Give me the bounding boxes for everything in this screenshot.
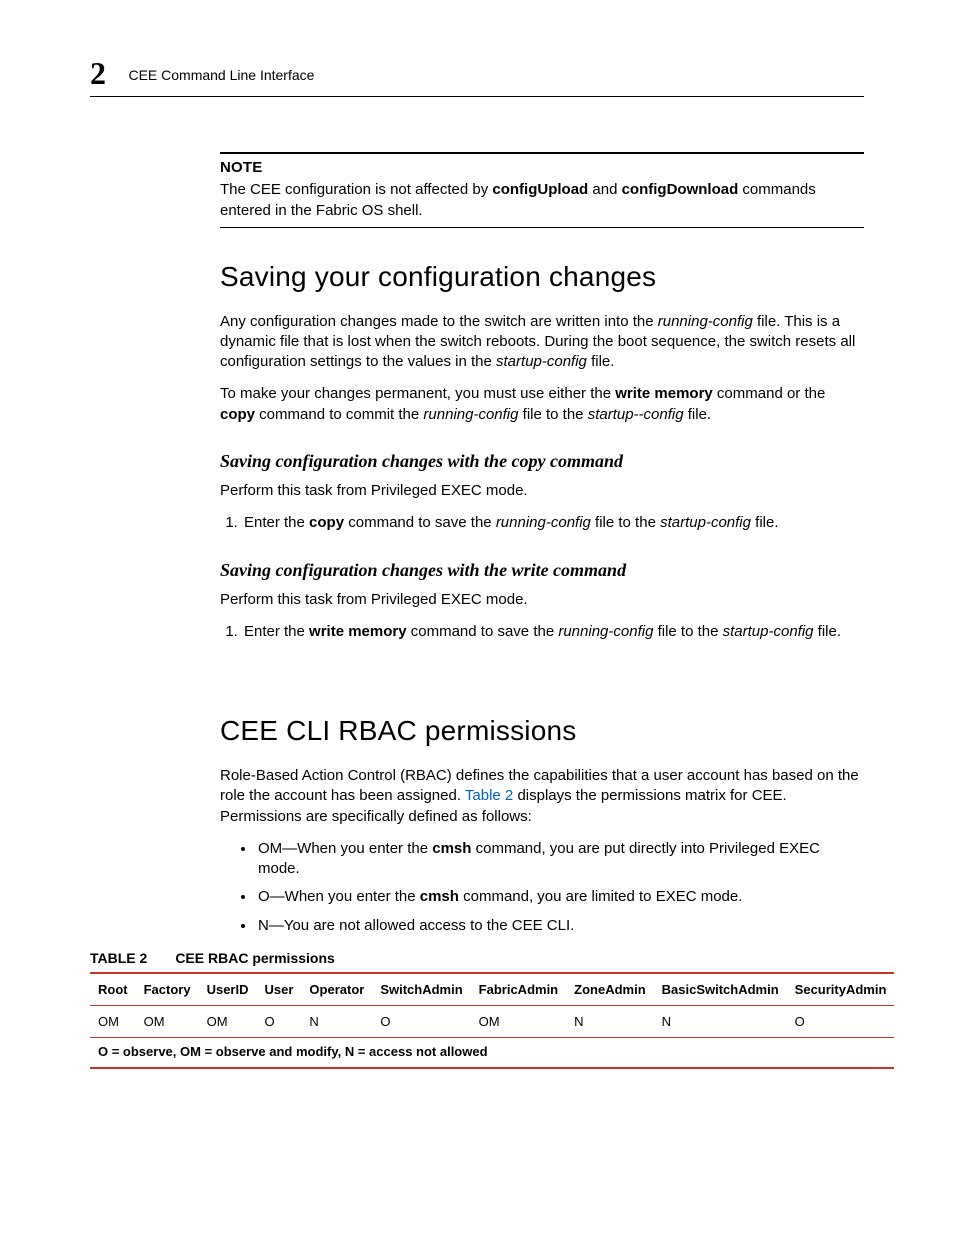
col-fabricadmin: FabricAdmin [471, 973, 566, 1006]
subsection-heading-write: Saving configuration changes with the wr… [220, 558, 864, 582]
cell: OM [90, 1005, 136, 1037]
command-cmsh: cmsh [420, 888, 459, 905]
text: Enter the [244, 623, 309, 640]
paragraph: Any configuration changes made to the sw… [220, 312, 864, 373]
text: Any configuration changes made to the sw… [220, 313, 658, 330]
text: file to the [591, 514, 660, 531]
rbac-table: Root Factory UserID User Operator Switch… [90, 972, 894, 1069]
text: file. [587, 353, 615, 370]
step-item: Enter the write memory command to save t… [242, 622, 864, 642]
text: file. [684, 406, 712, 423]
col-zoneadmin: ZoneAdmin [566, 973, 654, 1006]
section-heading-rbac: CEE CLI RBAC permissions [220, 712, 864, 750]
cell: O [787, 1005, 895, 1037]
command-write-memory: write memory [309, 623, 407, 640]
cell: N [566, 1005, 654, 1037]
text: command, you are limited to EXEC mode. [459, 888, 742, 905]
filename-startup-config: startup-config [660, 514, 751, 531]
filename-running-config: running-config [423, 406, 518, 423]
table-crossref-link[interactable]: Table 2 [465, 787, 513, 804]
paragraph: Perform this task from Privileged EXEC m… [220, 590, 864, 610]
col-root: Root [90, 973, 136, 1006]
text: command to save the [344, 514, 496, 531]
text: command to save the [407, 623, 559, 640]
page: 2 CEE Command Line Interface NOTE The CE… [0, 0, 954, 1235]
text: command to commit the [255, 406, 423, 423]
filename-startup-config: startup-config [723, 623, 814, 640]
command-configdownload: configDownload [622, 181, 739, 198]
table-label: TABLE 2 [90, 950, 147, 966]
text: file to the [518, 406, 587, 423]
filename-startup-config: startup-config [496, 353, 587, 370]
col-userid: UserID [199, 973, 257, 1006]
cell: N [654, 1005, 787, 1037]
text: command or the [713, 385, 826, 402]
table-2: TABLE 2 CEE RBAC permissions Root Factory… [90, 950, 864, 1069]
col-basicswitchadmin: BasicSwitchAdmin [654, 973, 787, 1006]
cell: O [257, 1005, 302, 1037]
command-write-memory: write memory [615, 385, 713, 402]
step-item: Enter the copy command to save the runni… [242, 513, 864, 533]
step-list: Enter the write memory command to save t… [220, 622, 864, 642]
main-content: NOTE The CEE configuration is not affect… [220, 152, 864, 936]
text: OM—When you enter the [258, 840, 432, 857]
col-securityadmin: SecurityAdmin [787, 973, 895, 1006]
text: Enter the [244, 514, 309, 531]
table-legend-row: O = observe, OM = observe and modify, N … [90, 1037, 894, 1068]
chapter-number: 2 [90, 55, 106, 92]
paragraph: To make your changes permanent, you must… [220, 384, 864, 425]
cell: N [301, 1005, 372, 1037]
running-header: 2 CEE Command Line Interface [90, 55, 864, 97]
list-item: O—When you enter the cmsh command, you a… [256, 887, 864, 907]
bullet-list: OM—When you enter the cmsh command, you … [220, 839, 864, 936]
table-row: OM OM OM O N O OM N N O [90, 1005, 894, 1037]
paragraph: Role-Based Action Control (RBAC) defines… [220, 766, 864, 827]
table-header-row: Root Factory UserID User Operator Switch… [90, 973, 894, 1006]
table-title: CEE RBAC permissions [175, 950, 334, 966]
section-heading-saving: Saving your configuration changes [220, 258, 864, 296]
filename-running-config: running-config [496, 514, 591, 531]
table-caption: TABLE 2 CEE RBAC permissions [90, 950, 864, 966]
col-factory: Factory [136, 973, 199, 1006]
col-operator: Operator [301, 973, 372, 1006]
note-block: NOTE The CEE configuration is not affect… [220, 152, 864, 228]
col-switchadmin: SwitchAdmin [372, 973, 470, 1006]
command-copy: copy [309, 514, 344, 531]
cell: OM [136, 1005, 199, 1037]
text: O—When you enter the [258, 888, 420, 905]
text: and [588, 181, 621, 198]
filename-running-config: running-config [658, 313, 753, 330]
filename-startup-config: startup--config [588, 406, 684, 423]
list-item: OM—When you enter the cmsh command, you … [256, 839, 864, 880]
command-cmsh: cmsh [432, 840, 471, 857]
command-copy: copy [220, 406, 255, 423]
cell: O [372, 1005, 470, 1037]
text: To make your changes permanent, you must… [220, 385, 615, 402]
text: file. [751, 514, 779, 531]
table-legend: O = observe, OM = observe and modify, N … [90, 1037, 894, 1068]
command-configupload: configUpload [492, 181, 588, 198]
text: The CEE configuration is not affected by [220, 181, 492, 198]
text: file to the [653, 623, 722, 640]
text: file. [814, 623, 842, 640]
list-item: N—You are not allowed access to the CEE … [256, 916, 864, 936]
cell: OM [471, 1005, 566, 1037]
subsection-heading-copy: Saving configuration changes with the co… [220, 449, 864, 473]
cell: OM [199, 1005, 257, 1037]
running-title: CEE Command Line Interface [128, 67, 314, 83]
col-user: User [257, 973, 302, 1006]
note-text: The CEE configuration is not affected by… [220, 180, 864, 221]
note-label: NOTE [220, 158, 864, 178]
filename-running-config: running-config [558, 623, 653, 640]
paragraph: Perform this task from Privileged EXEC m… [220, 481, 864, 501]
step-list: Enter the copy command to save the runni… [220, 513, 864, 533]
